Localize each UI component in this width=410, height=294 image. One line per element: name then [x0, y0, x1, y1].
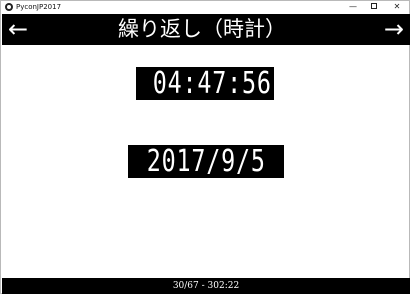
app-icon [5, 3, 13, 11]
next-slide-button[interactable]: → [384, 16, 404, 42]
maximize-button[interactable] [364, 1, 384, 13]
slide-title: 繰り返し（時計） [118, 17, 286, 41]
window-title: PyconJP2017 [16, 3, 62, 11]
minimize-button[interactable]: — [343, 1, 363, 13]
clock-date-display: 2017/9/5 [128, 145, 284, 178]
maximize-icon [371, 2, 377, 9]
clock-time-display: 04:47:56 [136, 67, 274, 100]
app-window: PyconJP2017 — ✕ ← 繰り返し（時計） → 04:47:56 20… [0, 0, 410, 294]
close-button[interactable]: ✕ [387, 1, 407, 13]
clock-date: 2017/9/5 [146, 145, 266, 178]
status-footer: 30/67 - 302:22 [2, 278, 410, 294]
previous-slide-button[interactable]: ← [8, 16, 28, 42]
clock-time: 04:47:56 [152, 67, 272, 100]
slide-progress-status: 30/67 - 302:22 [172, 281, 240, 291]
slide-header: ← 繰り返し（時計） → [2, 14, 410, 45]
title-bar[interactable]: PyconJP2017 — ✕ [1, 1, 409, 14]
